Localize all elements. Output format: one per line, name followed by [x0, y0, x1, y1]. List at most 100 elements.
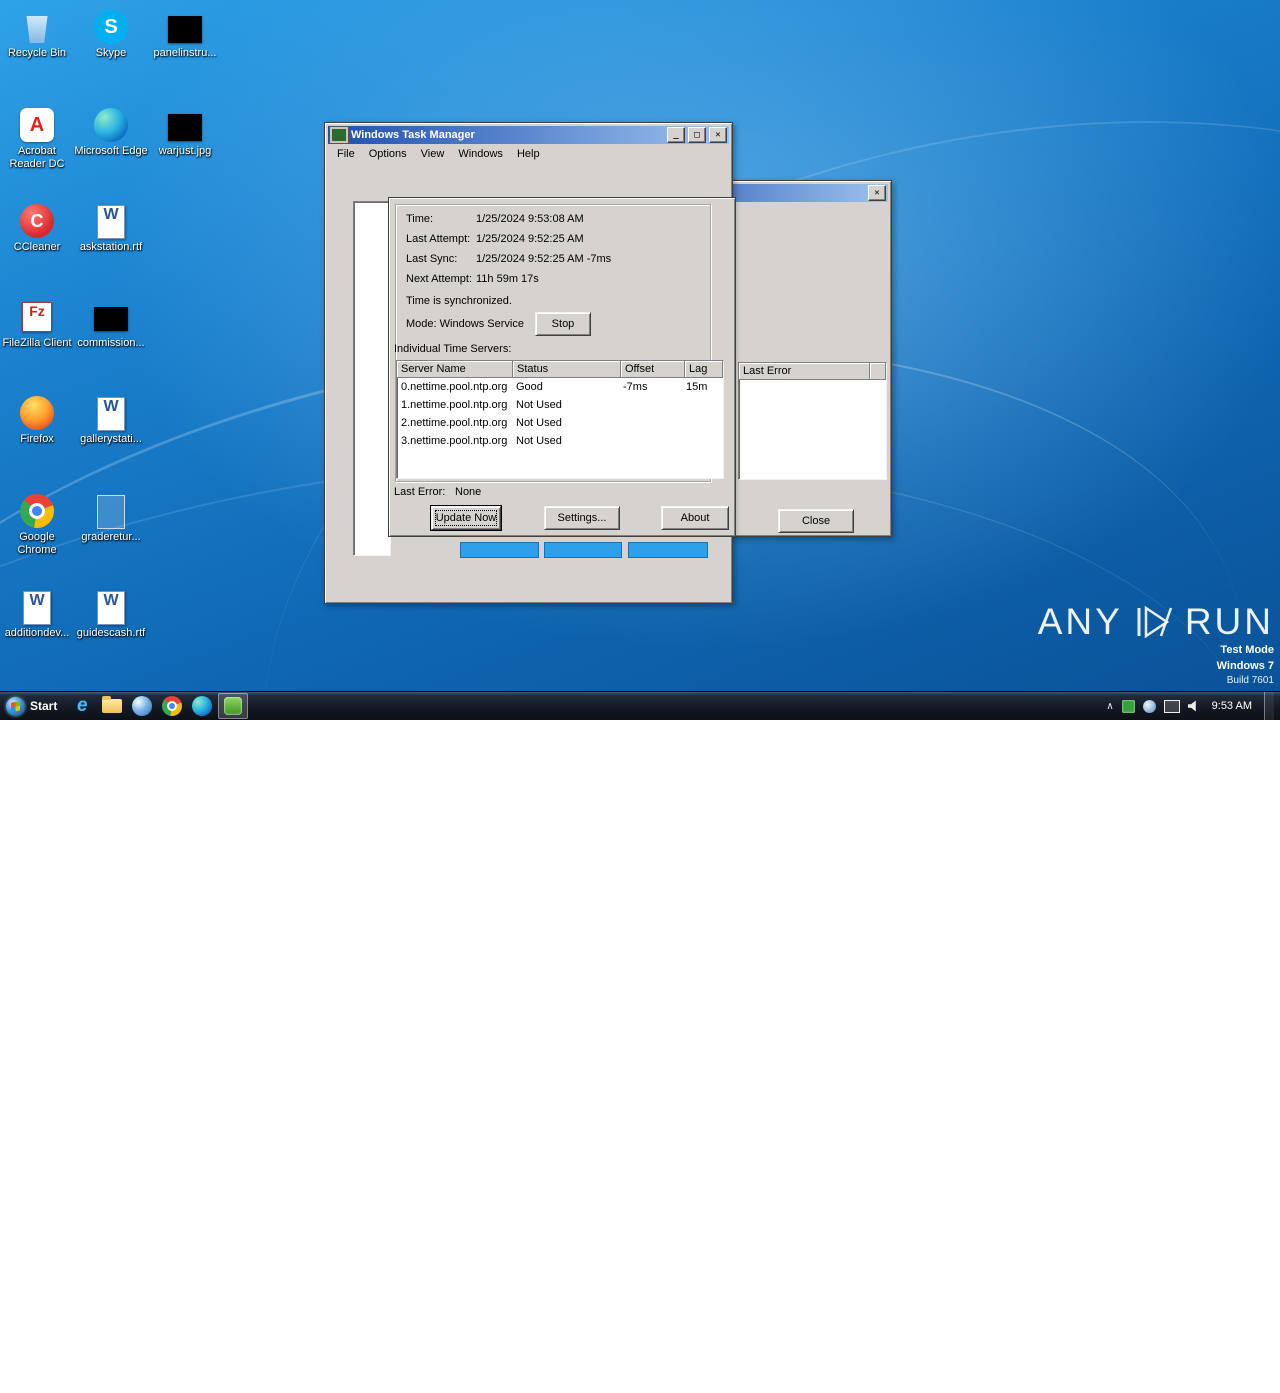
desktop-icon-panelinstru[interactable]: panelinstru...	[148, 10, 222, 60]
icon-label: commission...	[77, 337, 145, 349]
table-row[interactable]: 2.nettime.pool.ntp.org Not Used	[397, 414, 723, 432]
usage-bar	[628, 542, 708, 558]
internet-explorer-icon: e	[77, 695, 88, 716]
close-icon[interactable]: ✕	[709, 127, 727, 143]
image-thumbnail-icon	[94, 307, 128, 331]
network-tray-icon[interactable]	[1163, 699, 1180, 713]
menu-windows[interactable]: Windows	[451, 146, 510, 162]
image-thumbnail-icon	[168, 113, 202, 141]
mode-text: Mode: Windows Service	[406, 318, 524, 330]
desktop-icon-skype[interactable]: Skype	[74, 10, 148, 60]
maximize-icon[interactable]: □	[688, 127, 706, 143]
usage-bar	[460, 542, 539, 558]
tray-overflow-icon[interactable]: ∧	[1106, 701, 1113, 712]
minimize-icon[interactable]: _	[667, 127, 685, 143]
desktop-icon-additiondev[interactable]: additiondev...	[0, 590, 74, 640]
close-button[interactable]: Close	[778, 509, 854, 533]
watermark-test-mode: Test Mode	[1220, 644, 1274, 657]
word-document-icon	[97, 590, 125, 625]
desktop-icon-recycle-bin[interactable]: Recycle Bin	[0, 10, 74, 60]
icon-label: CCleaner	[13, 241, 61, 253]
settings-button[interactable]: Settings...	[544, 506, 620, 530]
column-header-offset[interactable]: Offset	[621, 361, 685, 378]
column-header-lag[interactable]: Lag	[685, 361, 723, 378]
last-sync-label: Last Sync:	[406, 253, 458, 265]
start-label: Start	[30, 699, 58, 713]
desktop-icon-ccleaner[interactable]: CCleaner	[0, 204, 74, 254]
cell-status: Not Used	[516, 435, 562, 447]
antivirus-tray-icon[interactable]	[1121, 699, 1135, 713]
column-header-last-error[interactable]: Last Error	[739, 363, 870, 380]
desktop-icon-filezilla[interactable]: FileZilla Client	[0, 300, 74, 350]
taskbar-item-explorer[interactable]	[98, 694, 126, 718]
menu-options[interactable]: Options	[362, 146, 414, 162]
desktop-icon-edge[interactable]: Microsoft Edge	[74, 108, 148, 158]
icon-label: guidescash.rtf	[76, 627, 146, 639]
time-servers-table: Server Name Status Offset Lag 0.nettime.…	[396, 360, 724, 479]
taskbar-item-media-player[interactable]	[128, 694, 156, 718]
green-app-icon	[224, 697, 243, 715]
disc-tray-icon[interactable]	[1142, 699, 1156, 713]
desktop-icon-guidescash[interactable]: guidescash.rtf	[74, 590, 148, 640]
icon-label: panelinstru...	[153, 47, 217, 59]
table-row[interactable]: 3.nettime.pool.ntp.org Not Used	[397, 432, 723, 450]
column-header-status[interactable]: Status	[513, 361, 621, 378]
taskbar-item-internet-explorer[interactable]: e	[68, 694, 96, 718]
menu-help[interactable]: Help	[510, 146, 547, 162]
chrome-icon	[162, 696, 183, 716]
update-now-button[interactable]: Update Now	[430, 505, 502, 531]
desktop-icon-firefox[interactable]: Firefox	[0, 396, 74, 446]
icon-label: graderetur...	[81, 531, 141, 543]
taskbar-item-chrome[interactable]	[158, 694, 186, 718]
taskbar-item-active-app[interactable]	[218, 693, 249, 719]
start-button[interactable]: Start	[0, 692, 67, 720]
next-attempt-value: 11h 59m 17s	[476, 273, 539, 285]
icon-label: Skype	[95, 47, 127, 59]
table-row[interactable]: 0.nettime.pool.ntp.org Good -7ms 15m	[397, 378, 723, 396]
desktop-icon-graderetur[interactable]: graderetur...	[74, 494, 148, 544]
watermark-any-text: ANY	[1037, 601, 1123, 643]
desktop-icon-askstation[interactable]: askstation.rtf	[74, 204, 148, 254]
taskbar: Start e ∧ 9:53 AM	[0, 691, 1280, 720]
taskbar-clock[interactable]: 9:53 AM	[1208, 700, 1256, 712]
icon-label: Acrobat Reader DC	[9, 145, 65, 170]
menu-file[interactable]: File	[330, 146, 362, 162]
task-manager-icon	[330, 127, 348, 143]
watermark-run-text: RUN	[1184, 601, 1274, 643]
table-header-row: Server Name Status Offset Lag	[397, 361, 723, 378]
desktop-background: Recycle Bin Skype panelinstru... Acrobat…	[0, 0, 1280, 1393]
watermark-os: Windows 7	[1216, 659, 1274, 672]
icon-label: Google Chrome	[17, 531, 57, 556]
volume-tray-icon[interactable]	[1187, 700, 1196, 712]
skype-icon	[94, 10, 128, 44]
edge-icon	[94, 108, 128, 142]
desktop-icon-acrobat[interactable]: Acrobat Reader DC	[0, 108, 74, 170]
icon-label: Firefox	[20, 433, 54, 445]
cell-offset: -7ms	[623, 381, 648, 393]
icon-label: warjust.jpg	[158, 145, 212, 157]
image-thumbnail-icon	[168, 15, 202, 43]
cell-status: Good	[516, 381, 543, 393]
cell-status: Not Used	[516, 399, 562, 411]
table-row[interactable]: 1.nettime.pool.ntp.org Not Used	[397, 396, 723, 414]
task-manager-titlebar[interactable]: Windows Task Manager _ □ ✕	[328, 126, 729, 144]
folder-icon	[102, 696, 123, 713]
close-icon[interactable]: ✕	[868, 185, 886, 201]
icon-label: Microsoft Edge	[74, 145, 148, 157]
start-orb-icon	[6, 696, 25, 716]
cell-status: Not Used	[516, 417, 562, 429]
stop-button[interactable]: Stop	[535, 312, 591, 336]
desktop-icon-commission[interactable]: commission...	[74, 300, 148, 350]
desktop-icon-gallerystati[interactable]: gallerystati...	[74, 396, 148, 446]
taskbar-item-edge[interactable]	[188, 694, 216, 718]
about-button[interactable]: About	[661, 506, 729, 530]
show-desktop-button[interactable]	[1264, 692, 1274, 720]
servers-section-label: Individual Time Servers:	[394, 343, 512, 355]
desktop-icon-warjust[interactable]: warjust.jpg	[148, 108, 222, 158]
menu-view[interactable]: View	[414, 146, 452, 162]
next-attempt-label: Next Attempt:	[406, 273, 473, 285]
chrome-icon	[20, 494, 54, 528]
cell-server-name: 0.nettime.pool.ntp.org	[401, 381, 508, 393]
column-header-server-name[interactable]: Server Name	[397, 361, 513, 378]
desktop-icon-chrome[interactable]: Google Chrome	[0, 494, 74, 556]
